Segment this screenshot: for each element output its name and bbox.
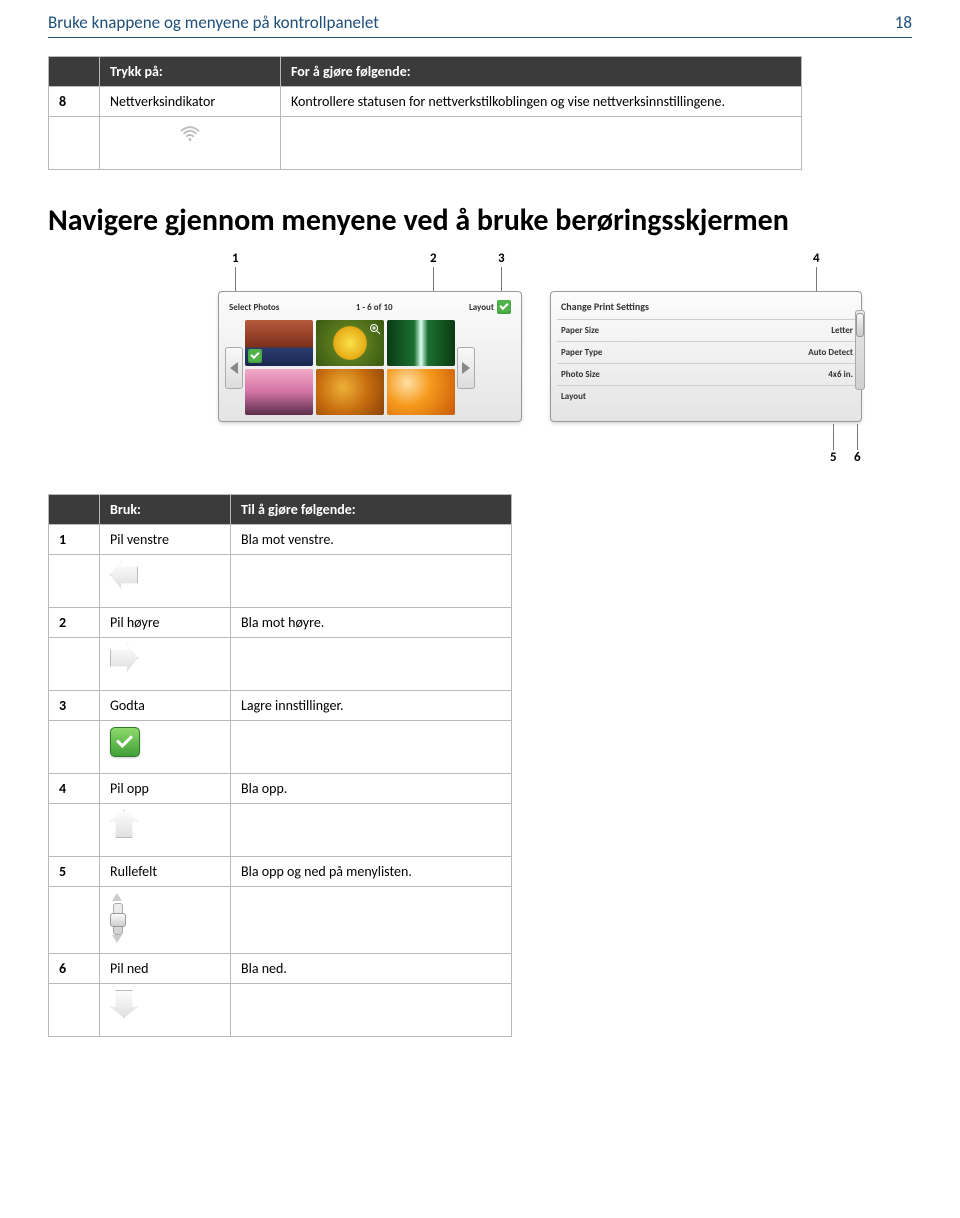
col-press: Trykk på: (100, 57, 281, 87)
touchscreen-figure: 1 2 3 4 Select Photos 1 - 6 of 10 Layout (218, 251, 898, 466)
setting-row[interactable]: Layout (557, 385, 857, 407)
panel-layout-label: Layout (469, 302, 494, 313)
row-num: 6 (49, 954, 100, 984)
row-name: Pil ned (100, 954, 231, 984)
setting-row[interactable]: Photo Size 4x6 in. (557, 363, 857, 385)
scrollbar[interactable] (855, 310, 865, 390)
photo-thumbnail[interactable] (316, 320, 384, 366)
panel-count: 1 - 6 of 10 (356, 300, 393, 314)
row-name: Nettverksindikator (100, 87, 281, 117)
col-action: For å gjøre følgende: (281, 57, 802, 87)
photo-thumbnail[interactable] (245, 320, 313, 366)
setting-row[interactable]: Paper Type Auto Detect (557, 341, 857, 363)
setting-key: Layout (561, 391, 586, 402)
nav-right-button[interactable] (457, 347, 475, 389)
row-desc: Bla mot venstre. (231, 525, 512, 555)
row-desc: Bla opp. (231, 774, 512, 804)
photo-thumbnail[interactable] (387, 369, 455, 415)
callout-6: 6 (854, 450, 861, 465)
nav-left-button[interactable] (225, 347, 243, 389)
arrow-down-icon (110, 990, 138, 1018)
chevron-right-icon (462, 362, 470, 374)
row-num: 8 (49, 87, 100, 117)
col-blank (49, 57, 100, 87)
header-title: Bruke knappene og menyene på kontrollpan… (48, 12, 379, 33)
row-num: 1 (49, 525, 100, 555)
row-name: Rullefelt (100, 857, 231, 887)
button-table: Trykk på: For å gjøre følgende: 8 Nettve… (48, 56, 802, 170)
row-desc: Bla opp og ned på menylisten. (231, 857, 512, 887)
row-name: Pil venstre (100, 525, 231, 555)
setting-key: Paper Size (561, 325, 599, 336)
photo-thumbnail[interactable] (245, 369, 313, 415)
row-name: Pil opp (100, 774, 231, 804)
zoom-in-icon (369, 323, 381, 335)
header-rule (48, 37, 912, 38)
accept-icon (110, 727, 140, 757)
scrollbar-thumb[interactable] (856, 313, 864, 337)
col-blank (49, 495, 100, 525)
setting-value: 4x6 in. (828, 369, 853, 380)
setting-key: Photo Size (561, 369, 600, 380)
settings-title: Change Print Settings (557, 298, 857, 319)
panel-select-label: Select Photos (229, 300, 279, 314)
setting-value: Auto Detect (808, 347, 853, 358)
col-action: Til å gjøre følgende: (231, 495, 512, 525)
chevron-left-icon (230, 362, 238, 374)
setting-row[interactable]: Paper Size Letter (557, 319, 857, 341)
row-desc: Lagre innstillinger. (231, 691, 512, 721)
callout-5: 5 (830, 450, 837, 465)
row-num: 2 (49, 608, 100, 638)
settings-panel[interactable]: Change Print Settings Paper Size Letter … (550, 291, 862, 422)
page-header: Bruke knappene og menyene på kontrollpan… (0, 0, 960, 35)
uses-table: Bruk: Til å gjøre følgende: 1Pil venstre… (48, 494, 512, 1037)
check-icon[interactable] (497, 300, 511, 314)
callout-3: 3 (498, 251, 505, 266)
arrow-right-icon (110, 644, 138, 672)
scrollbar-icon (110, 893, 124, 943)
page-number: 18 (895, 12, 912, 33)
row-desc: Kontrollere statusen for nettverkstilkob… (281, 87, 802, 117)
wifi-cell (100, 117, 281, 170)
photo-thumbnail[interactable] (387, 320, 455, 366)
callout-2: 2 (430, 251, 437, 266)
row-desc: Bla mot høyre. (231, 608, 512, 638)
row-num: 5 (49, 857, 100, 887)
setting-key: Paper Type (561, 347, 602, 358)
wifi-icon (179, 123, 201, 145)
photo-panel[interactable]: Select Photos 1 - 6 of 10 Layout (218, 291, 522, 422)
callout-1: 1 (232, 251, 239, 266)
row-num: 3 (49, 691, 100, 721)
arrow-left-icon (110, 561, 138, 589)
photo-thumbnail[interactable] (316, 369, 384, 415)
col-use: Bruk: (100, 495, 231, 525)
row-num: 4 (49, 774, 100, 804)
setting-value: Letter (831, 325, 853, 336)
section-heading: Navigere gjennom menyene ved å bruke ber… (48, 202, 912, 239)
callout-4: 4 (813, 251, 820, 266)
selected-check-icon (248, 349, 262, 363)
row-desc: Bla ned. (231, 954, 512, 984)
row-name: Pil høyre (100, 608, 231, 638)
row-name: Godta (100, 691, 231, 721)
arrow-up-icon (110, 810, 138, 838)
